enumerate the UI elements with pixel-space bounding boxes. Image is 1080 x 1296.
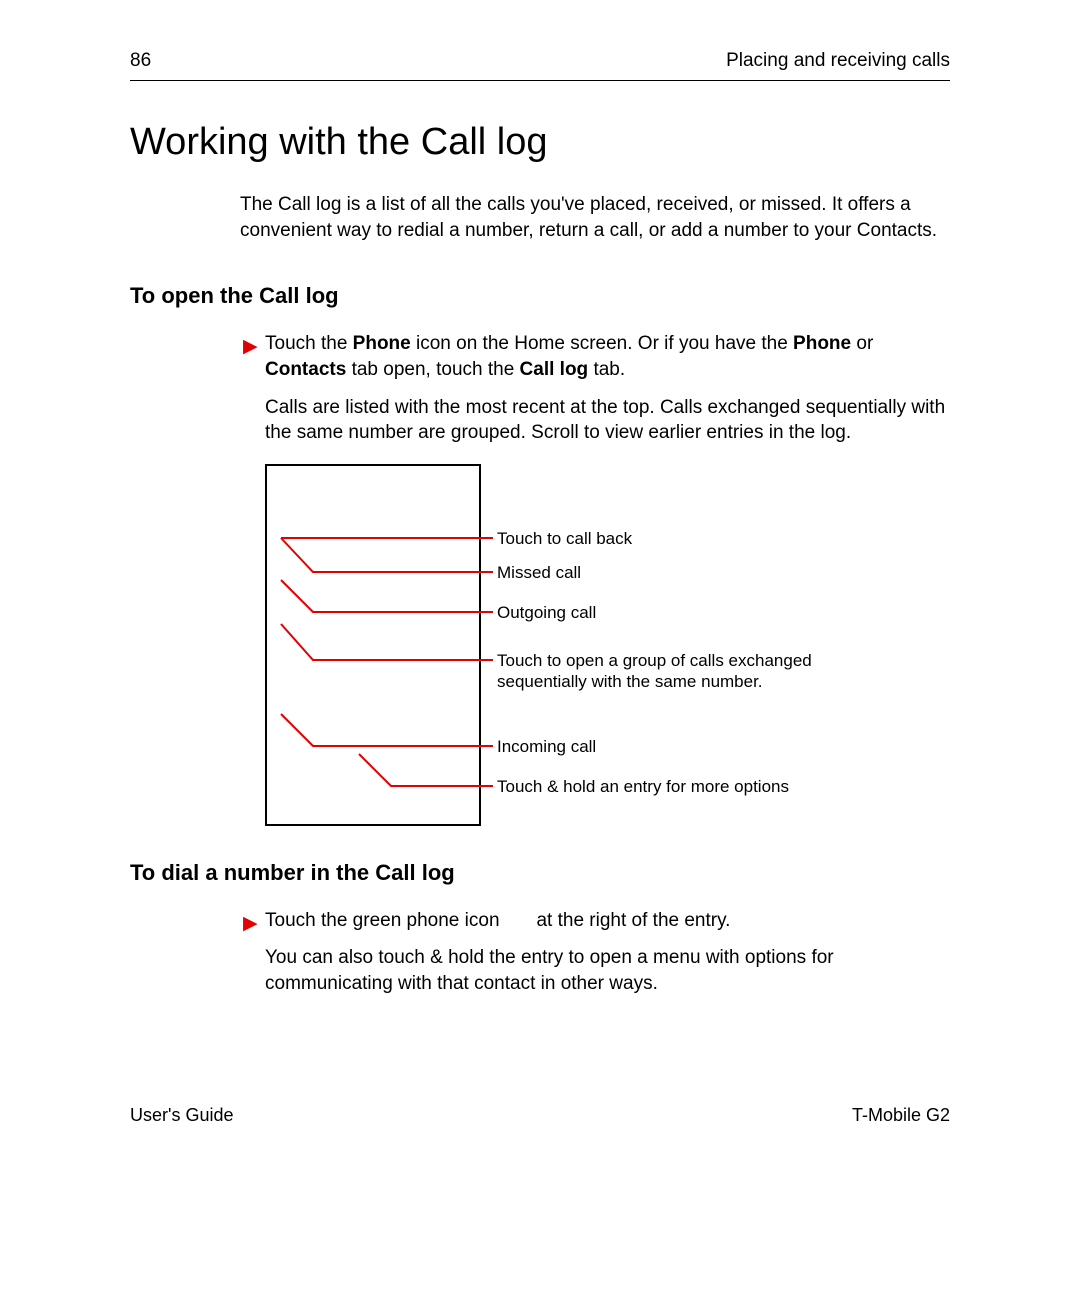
footer-right: T-Mobile G2 xyxy=(852,1105,950,1126)
header-rule xyxy=(130,80,950,81)
section-name: Placing and receiving calls xyxy=(726,50,950,72)
running-footer: User's Guide T-Mobile G2 xyxy=(130,1105,950,1126)
bullet-dial-number: ▶ Touch the green phone icon at the righ… xyxy=(265,908,950,934)
t: icon on the Home screen. Or if you have … xyxy=(411,333,793,354)
t: Phone xyxy=(353,333,411,354)
footer-left: User's Guide xyxy=(130,1105,233,1126)
t: Contacts xyxy=(265,359,346,380)
section1-body: ▶ Touch the Phone icon on the Home scree… xyxy=(265,331,950,446)
section1-paragraph: Calls are listed with the most recent at… xyxy=(265,395,950,446)
t: at the right of the entry. xyxy=(531,910,730,931)
t: tab. xyxy=(588,359,625,380)
t: or xyxy=(851,333,873,354)
t: Touch the xyxy=(265,333,353,354)
section2-body: ▶ Touch the green phone icon at the righ… xyxy=(265,908,950,997)
page: 86 Placing and receiving calls Working w… xyxy=(0,0,1080,1296)
triangle-bullet-icon: ▶ xyxy=(243,911,258,937)
section2-paragraph: You can also touch & hold the entry to o… xyxy=(265,945,950,996)
page-number: 86 xyxy=(130,50,151,72)
phone-icon-placeholder xyxy=(505,910,531,931)
triangle-bullet-icon: ▶ xyxy=(243,334,258,360)
subheading-dial-number: To dial a number in the Call log xyxy=(130,860,950,886)
t: Touch the green phone icon xyxy=(265,910,505,931)
t: tab open, touch the xyxy=(346,359,519,380)
subheading-open-call-log: To open the Call log xyxy=(130,283,950,309)
intro-paragraph: The Call log is a list of all the calls … xyxy=(240,192,950,243)
page-title: Working with the Call log xyxy=(130,121,950,164)
running-header: 86 Placing and receiving calls xyxy=(130,50,950,72)
t: Call log xyxy=(520,359,589,380)
bullet-open-call-log: ▶ Touch the Phone icon on the Home scree… xyxy=(265,331,950,382)
callout-hold-entry: Touch & hold an entry for more options xyxy=(497,776,789,797)
callout-group: Touch to open a group of calls exchanged… xyxy=(497,650,837,693)
callout-outgoing: Outgoing call xyxy=(497,602,596,623)
diagram: Touch to call back Missed call Outgoing … xyxy=(265,464,950,834)
callout-missed-call: Missed call xyxy=(497,562,581,583)
t: Phone xyxy=(793,333,851,354)
callout-line-top xyxy=(265,464,495,584)
callout-incoming: Incoming call xyxy=(497,736,596,757)
callout-call-back: Touch to call back xyxy=(497,528,632,549)
